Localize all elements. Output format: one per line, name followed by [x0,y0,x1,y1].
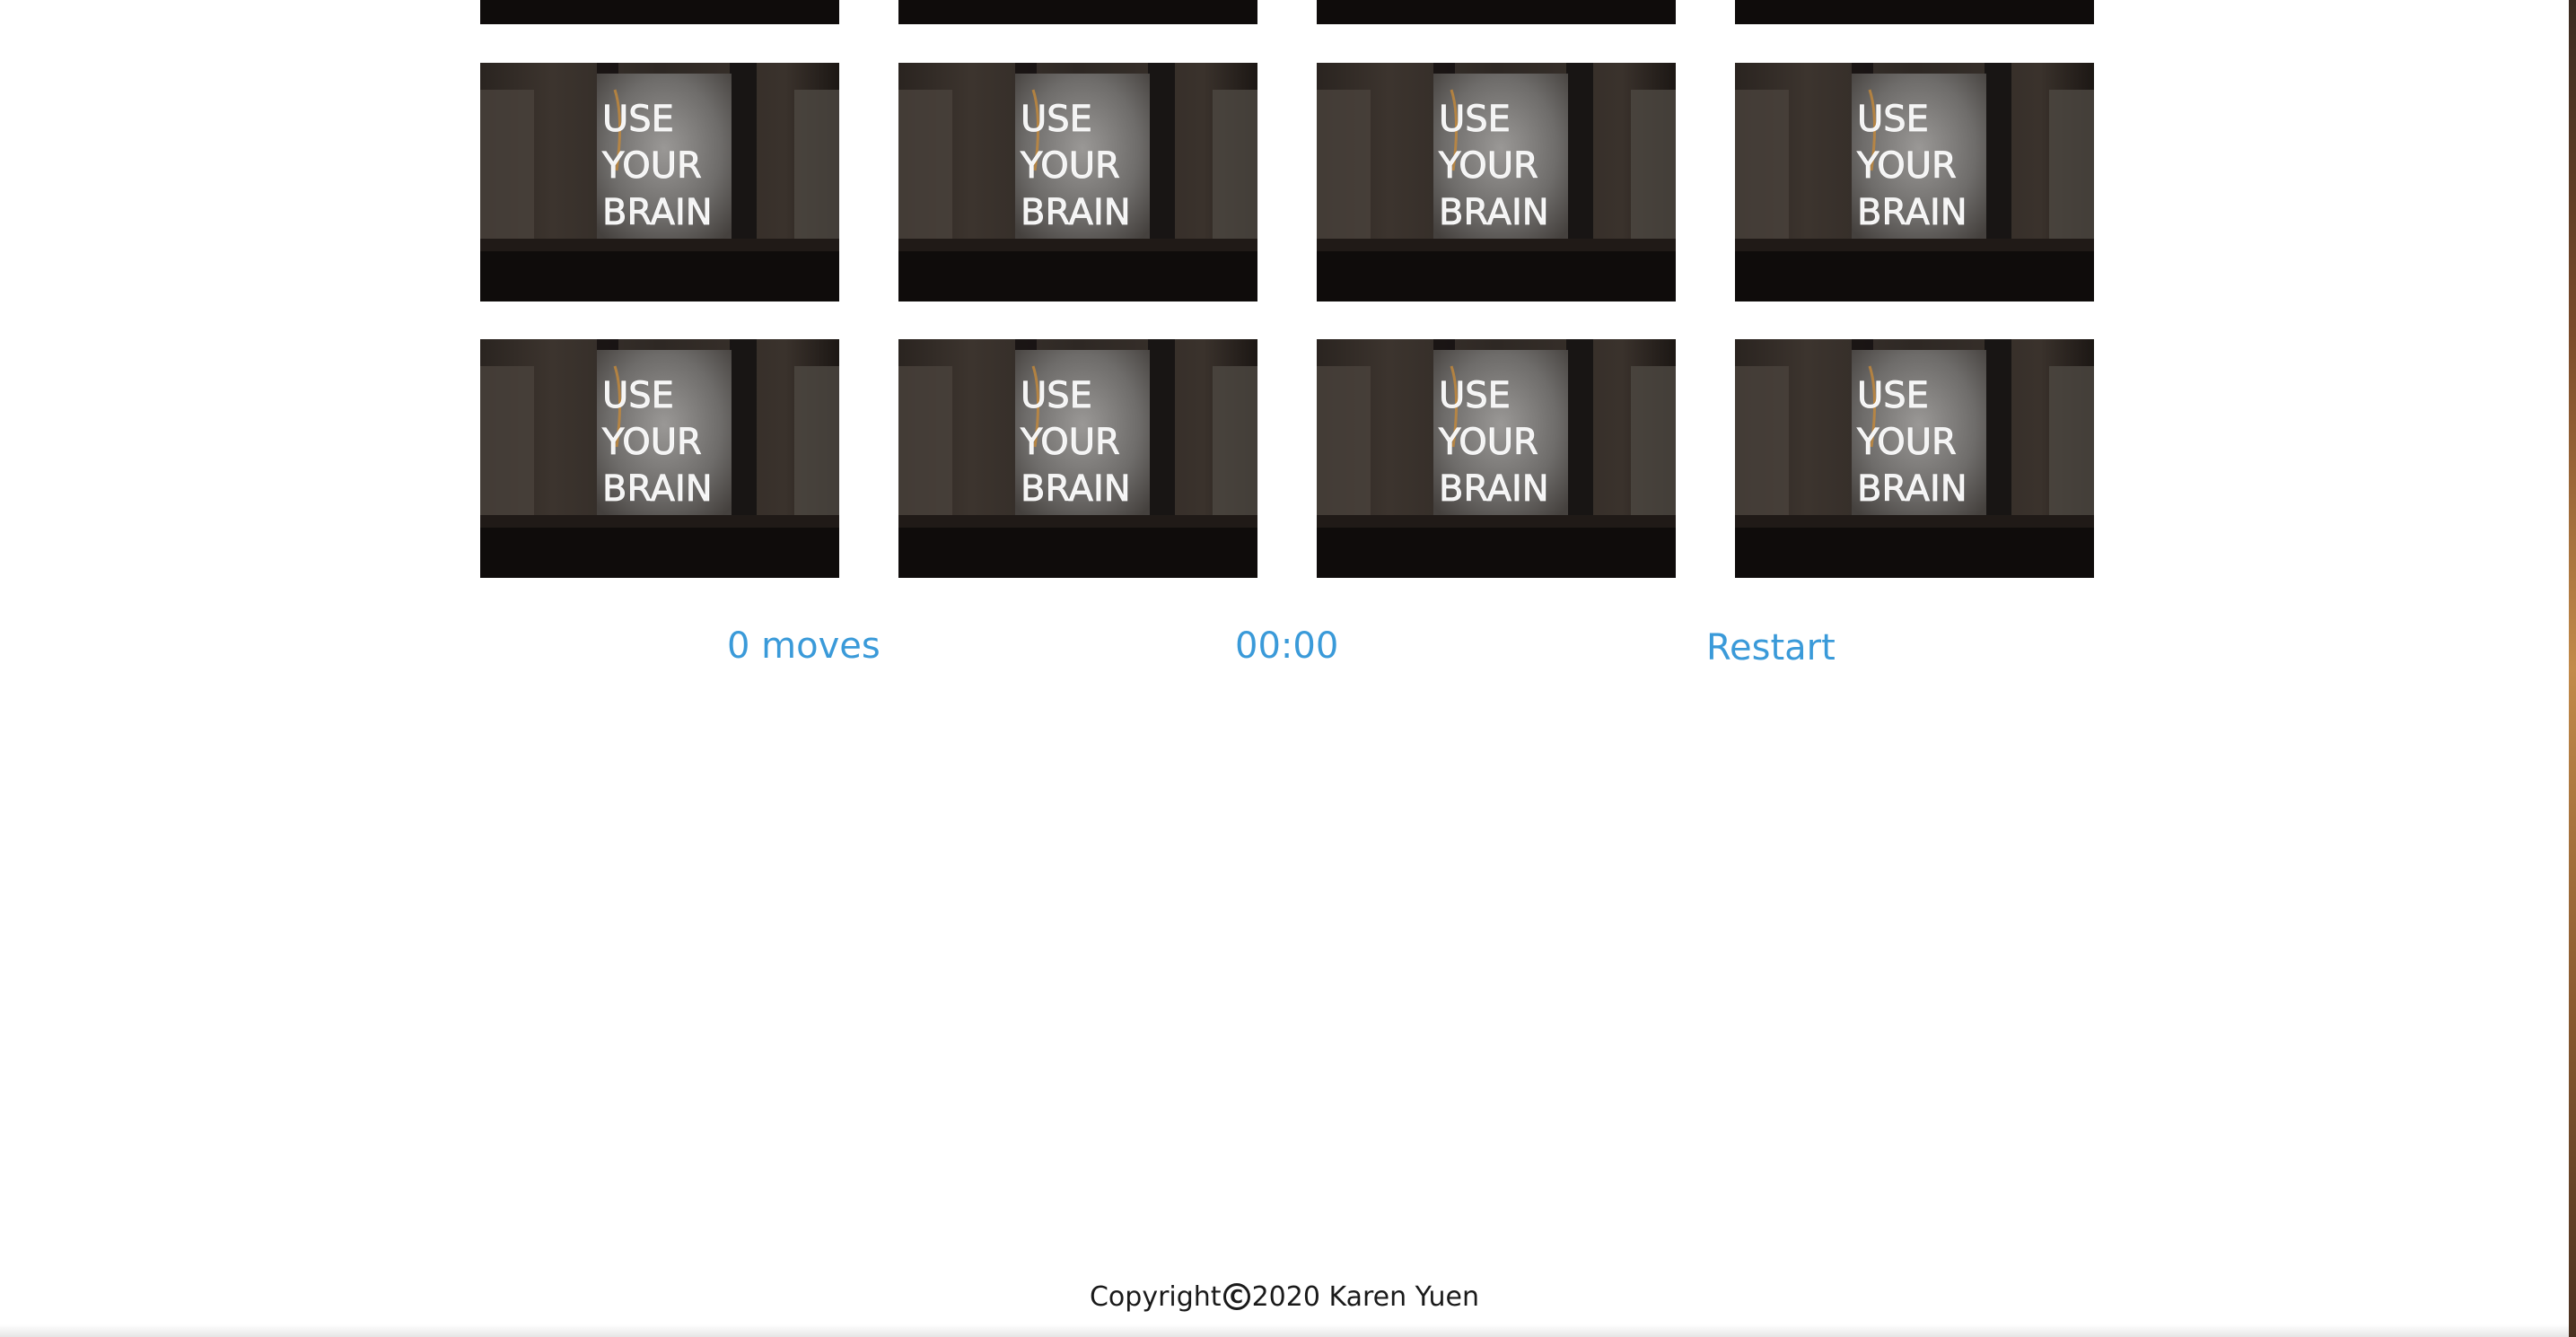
neon-word: YOUR [1856,422,1957,463]
neon-word: BRAIN [1439,192,1549,233]
desktop-edge [2569,0,2576,1337]
neon-word: USE [1021,99,1092,140]
memory-card[interactable]: USE YOUR BRAIN [1735,339,2094,578]
memory-card[interactable]: USEYOURBRAIN [898,0,1257,24]
memory-card[interactable]: USEYOURBRAIN [1317,0,1676,24]
neon-word: USE [1439,375,1511,416]
copyright-label: Copyright [1089,1281,1222,1313]
neon-word: BRAIN [1857,468,1967,510]
neon-word: YOUR [1020,422,1120,463]
neon-word: YOUR [601,145,702,187]
neon-word: BRAIN [1021,468,1131,510]
memory-card[interactable]: USE YOUR BRAIN [480,63,839,301]
neon-word: YOUR [1856,145,1957,187]
memory-card[interactable]: USEYOURBRAIN [1735,0,2094,24]
window-shadow [0,1324,2569,1337]
neon-word: USE [602,375,674,416]
neon-word: YOUR [601,422,702,463]
memory-card[interactable]: USE YOUR BRAIN [1317,339,1676,578]
timer: 00:00 [1235,625,1339,667]
page: USE YOUR BRAIN USE YOUR BRAIN USE YOUR BRAIN U… [0,0,2569,1337]
neon-sign-image: USE YOUR BRAIN [898,339,1257,578]
memory-card[interactable]: USE YOUR BRAIN [480,339,839,578]
neon-sign-image: USE YOUR BRAIN [1317,63,1676,301]
neon-word: USE [602,99,674,140]
neon-sign-image: USE YOUR BRAIN [1735,339,2094,578]
neon-word: BRAIN [602,468,713,510]
neon-sign-image: USE YOUR BRAIN [480,63,839,301]
neon-word: USE [1439,99,1511,140]
memory-card[interactable]: USE YOUR BRAIN [898,339,1257,578]
neon-word: USE [1857,99,1929,140]
neon-sign-image: USE YOUR BRAIN [480,339,839,578]
copyright-icon: C [1222,1282,1250,1310]
neon-sign-image: USEYOURBRAIN [898,0,1257,24]
footer: Copyright C 2020 Karen Yuen [0,1281,2569,1313]
moves-counter: 0 moves [727,625,881,667]
neon-sign-image: USE YOUR BRAIN [1735,63,2094,301]
neon-word: BRAIN [1021,192,1131,233]
neon-sign-image: USE YOUR BRAIN [898,63,1257,301]
memory-card[interactable]: USE YOUR BRAIN [898,63,1257,301]
neon-word: YOUR [1438,145,1538,187]
neon-word: BRAIN [602,192,713,233]
neon-word: BRAIN [1439,468,1549,510]
neon-word: BRAIN [1857,192,1967,233]
neon-sign-image: USE YOUR BRAIN [1317,339,1676,578]
neon-word: USE [1021,375,1092,416]
memory-card[interactable]: USE YOUR BRAIN [1317,63,1676,301]
neon-sign-image: USEYOURBRAIN [1735,0,2094,24]
neon-word: YOUR [1020,145,1120,187]
memory-card[interactable]: USE YOUR BRAIN [1735,63,2094,301]
memory-card[interactable]: USEYOURBRAIN [480,0,839,24]
restart-button[interactable]: Restart [1706,627,1836,668]
neon-word: YOUR [1438,422,1538,463]
neon-word: USE [1857,375,1929,416]
neon-sign-image: USEYOURBRAIN [1317,0,1676,24]
copyright-owner: 2020 Karen Yuen [1251,1281,1480,1313]
neon-sign-image: USEYOURBRAIN [480,0,839,24]
